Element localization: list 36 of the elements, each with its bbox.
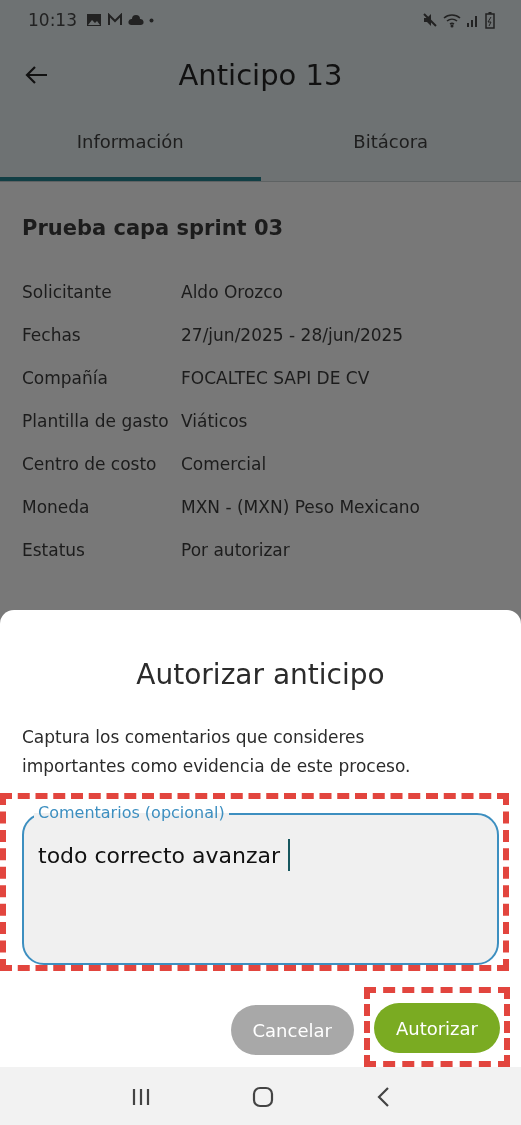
- image-icon: [86, 13, 102, 27]
- mute-icon: [422, 12, 438, 28]
- wifi-icon: [443, 12, 461, 28]
- field-label: Compañía: [22, 367, 109, 390]
- comment-text: todo correcto avanzar: [38, 842, 280, 868]
- status-time: 10:13: [28, 10, 77, 30]
- field-value: 27/jun/2025 - 28/jun/2025: [181, 324, 405, 347]
- field-value: Por autorizar: [181, 539, 291, 562]
- field-label: Solicitante: [22, 281, 113, 304]
- recent-apps-icon[interactable]: [130, 1088, 151, 1106]
- text-cursor: [288, 839, 290, 871]
- field-label: Estatus: [22, 539, 86, 562]
- tab[interactable]: Bitácora: [260, 110, 521, 181]
- back-icon[interactable]: [376, 1086, 391, 1108]
- field-label: Moneda: [22, 496, 91, 519]
- field-value: FOCALTEC SAPI DE CV: [181, 367, 371, 390]
- dot-icon: [149, 17, 154, 23]
- screen-title: Anticipo 13: [177, 58, 344, 92]
- battery-icon: [485, 11, 495, 29]
- field-value: Aldo Orozco: [181, 281, 285, 304]
- request-title: Prueba capa sprint 03: [22, 216, 285, 240]
- dialog-message: Captura los comentarios que consideres importantes como evidencia de este proceso.: [22, 726, 412, 778]
- field-label: Centro de costo: [22, 453, 158, 476]
- cloud-icon: [128, 15, 144, 25]
- field-value: Comercial: [181, 453, 268, 476]
- tab[interactable]: Información: [0, 110, 261, 181]
- field-value: Viáticos: [181, 410, 249, 433]
- mail-icon: [107, 13, 123, 27]
- field-label: Plantilla de gasto: [22, 410, 170, 433]
- field-label: Fechas: [22, 324, 82, 347]
- signal-icon: [466, 13, 480, 27]
- dialog-title: Autorizar anticipo: [135, 658, 386, 691]
- back-arrow-icon[interactable]: [25, 65, 49, 85]
- authorize-button[interactable]: Autorizar: [373, 1003, 500, 1053]
- home-icon[interactable]: [252, 1086, 275, 1108]
- field-value: MXN - (MXN) Peso Mexicano: [181, 496, 421, 519]
